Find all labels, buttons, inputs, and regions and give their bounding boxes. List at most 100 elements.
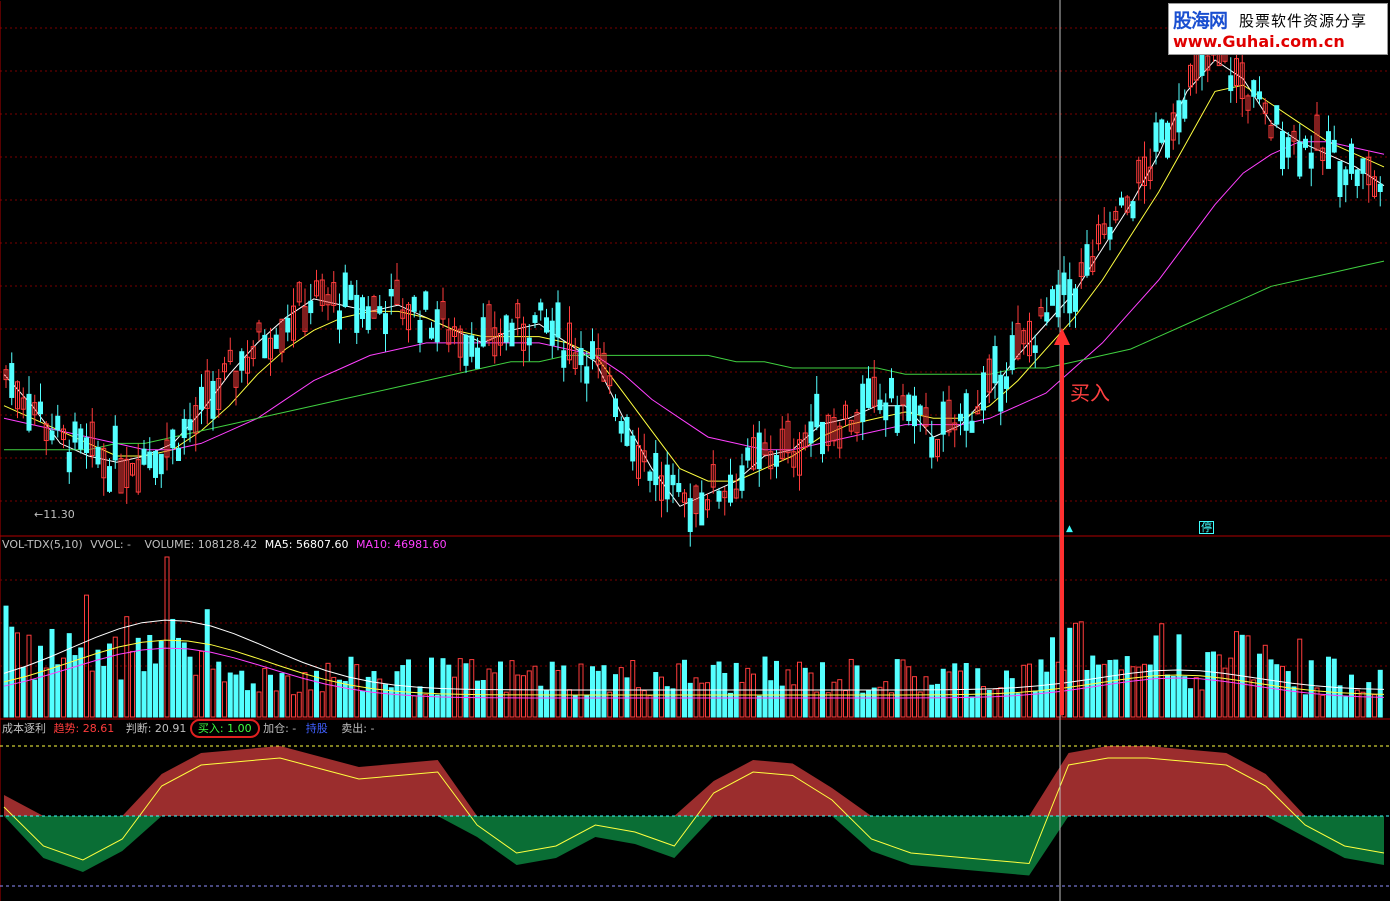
candle-body (1274, 105, 1280, 125)
volume-bar (900, 659, 906, 718)
volume-bar (871, 687, 877, 718)
volume-bar (388, 687, 394, 718)
volume-bar (1193, 677, 1199, 718)
volume-bar (469, 659, 475, 718)
candle-body (883, 402, 889, 421)
candle-body (1349, 143, 1354, 174)
volume-bars (3, 556, 1385, 718)
candle-body (1044, 312, 1050, 322)
candle-body (992, 346, 998, 384)
volume-bar (1107, 659, 1113, 718)
candle-body (153, 451, 158, 478)
candle-body (141, 448, 147, 465)
candle-body (308, 300, 314, 314)
volume-bar (670, 688, 676, 718)
volume-bar (170, 618, 176, 718)
volume-bar (515, 674, 521, 718)
candle-body (544, 317, 549, 333)
volume-bar (1297, 638, 1303, 718)
volume-bar (66, 633, 72, 718)
volume-bar (227, 672, 233, 718)
candle-body (877, 399, 883, 411)
candle-body (814, 393, 820, 428)
candle-body (170, 429, 176, 449)
candle-body (1343, 169, 1349, 186)
volume-bar (647, 695, 653, 718)
candle-body (388, 288, 394, 297)
volume-bar (1274, 664, 1280, 718)
candle-body (1032, 345, 1038, 353)
volume-bar (1067, 627, 1073, 718)
volume-bar (1165, 674, 1170, 718)
candle-body (664, 464, 670, 500)
candlesticks (3, 30, 1383, 547)
volume-indicator-name: VOL-TDX(5,10) (2, 538, 83, 551)
volume-bar (245, 690, 250, 718)
volume-bar (181, 642, 187, 718)
volume-bar (975, 668, 981, 718)
candle-body (590, 341, 595, 360)
volume-bar (745, 667, 751, 718)
candle-body (929, 436, 935, 458)
volume-bar (475, 680, 480, 718)
volume-bar (590, 666, 595, 718)
candle-body (348, 284, 354, 300)
volume-bar (210, 668, 216, 718)
candle-body (624, 417, 630, 446)
candle-body (509, 322, 515, 347)
volume-bar (187, 656, 193, 718)
candle-body (49, 430, 55, 441)
volume-bar (291, 694, 296, 718)
volume-bar (762, 656, 768, 718)
volume-bar (768, 680, 774, 718)
candle-body (1285, 137, 1291, 158)
volume-bar (526, 670, 532, 718)
volume-bar (825, 692, 831, 718)
candle-body (176, 447, 181, 461)
candle-body (1050, 289, 1055, 306)
volume-bar (15, 632, 20, 718)
volume-bar (1262, 644, 1268, 718)
candle-body (860, 383, 866, 423)
ma10-value: MA10: 46981.60 (355, 538, 447, 551)
volume-bar (802, 667, 808, 718)
candle-body (958, 413, 963, 422)
candle-body (561, 350, 567, 368)
volume-bar (894, 659, 900, 718)
volume-bar (411, 695, 417, 718)
candle-body (1354, 169, 1360, 187)
stock-chart (0, 0, 1390, 901)
volume-bar (446, 664, 452, 718)
candle-body (670, 474, 676, 486)
volume-bar (1078, 621, 1084, 718)
indicator-legend: 成本逐利 趋势: 28.61 判断: 20.91 买入: 1.00 加仓: - … (2, 719, 374, 738)
candle-body (912, 395, 917, 427)
buy-value: 买入: 1.00 (189, 719, 260, 738)
candle-body (26, 393, 32, 431)
volume-bar (417, 686, 423, 718)
volume-bar (222, 681, 227, 718)
candle-body (728, 474, 733, 503)
volume-bar (348, 656, 354, 718)
vvol-value: VVOL: - (90, 538, 132, 551)
volume-bar (843, 690, 848, 718)
volume-bar (89, 670, 95, 718)
volume-bar (699, 682, 705, 718)
indicator-name: 成本逐利 (2, 722, 46, 735)
candle-body (411, 296, 417, 312)
volume-bar (1050, 637, 1055, 718)
volume-value: VOLUME: 108128.42 (144, 538, 258, 551)
candle-body (158, 453, 164, 475)
candle-body (555, 302, 561, 338)
volume-bar (509, 660, 515, 718)
candle-body (963, 393, 969, 431)
candle-body (147, 451, 153, 469)
volume-bar (1360, 691, 1366, 718)
volume-bar (141, 671, 147, 718)
candle-body (1119, 197, 1124, 206)
volume-bar (532, 665, 538, 718)
volume-bar (1331, 658, 1337, 718)
volume-bar (503, 691, 509, 718)
volume-bar (434, 694, 440, 718)
indicator-negative-area (4, 816, 1384, 876)
